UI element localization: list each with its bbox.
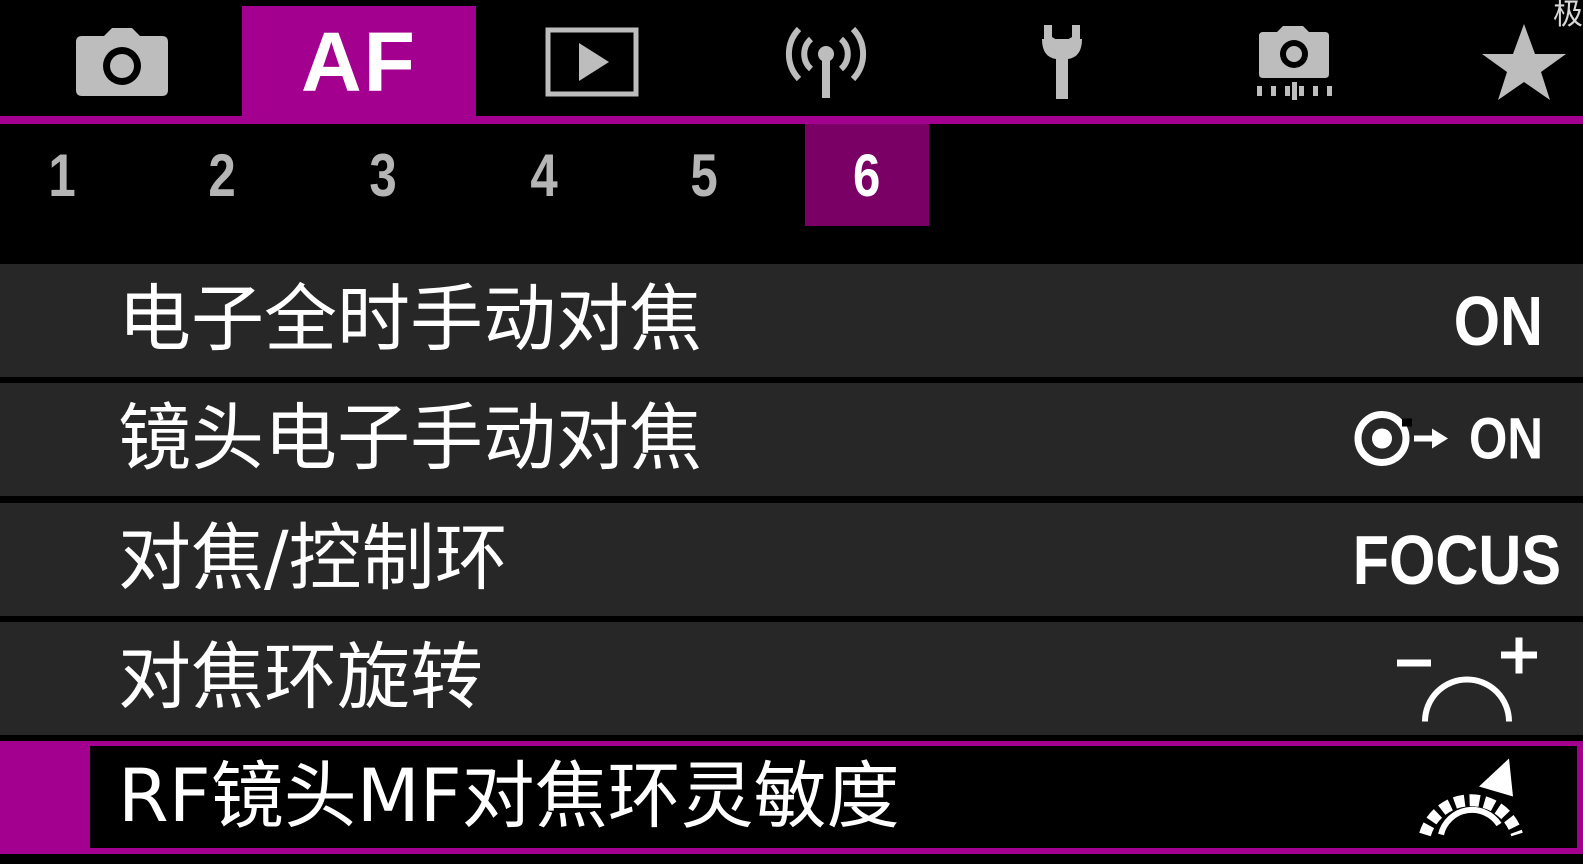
tab-setup[interactable] [982,6,1142,118]
menu-item-label: 对焦环旋转 [118,634,483,720]
star-icon [1478,22,1582,102]
focus-ring-arrow-icon [1352,408,1452,471]
page-tab-4[interactable]: 4 [493,124,595,226]
page-tab-2[interactable]: 2 [171,124,273,226]
tab-custom-functions[interactable] [1214,6,1374,118]
tab-divider [0,116,1583,124]
ring-sensitivity-arc-icon [1417,754,1529,841]
custom-functions-camera-icon [1253,24,1335,100]
menu-item-value: ON [1352,408,1543,471]
tab-shooting[interactable] [40,6,204,118]
corner-watermark-char: 极 [1553,0,1583,32]
page-tab-3[interactable]: 3 [332,124,434,226]
camera-menu-screen: AF 极 1 2 3 4 5 6 电子全时手动对焦 ON 镜头电子手动对焦 ON… [0,0,1583,864]
wireless-antenna-icon [783,24,869,100]
page-tab-6[interactable]: 6 [805,124,929,226]
menu-item-label: 电子全时手动对焦 [118,276,702,362]
menu-item-value [1395,629,1539,728]
menu-item-lens-electronic-mf[interactable]: 镜头电子手动对焦 ON [0,383,1583,496]
page-tab-5[interactable]: 5 [653,124,755,226]
menu-item-focus-control-ring[interactable]: 对焦/控制环 FOCUS [0,503,1583,616]
playback-icon [545,27,639,97]
wrench-icon [1032,23,1092,101]
tab-playback[interactable] [512,6,672,118]
value-text: ON [1453,281,1543,360]
menu-item-label: 对焦/控制环 [118,515,508,601]
value-text: ON [1469,406,1543,472]
tab-wireless[interactable] [746,6,906,118]
menu-item-value [1417,754,1529,841]
menu-item-full-time-mf[interactable]: 电子全时手动对焦 ON [0,264,1583,377]
page-tab-1[interactable]: 1 [11,124,113,226]
minus-arc-plus-icon [1395,629,1539,728]
tab-af-label: AF [301,15,417,109]
menu-item-label: RF镜头MF对焦环灵敏度 [118,753,900,839]
menu-item-label: 镜头电子手动对焦 [118,395,702,481]
tab-af[interactable]: AF [242,6,476,118]
menu-item-rf-lens-mf-sensitivity[interactable]: RF镜头MF对焦环灵敏度 [0,741,1583,854]
page-tab-6-label: 6 [853,141,881,209]
menu-item-value: ON [1438,286,1543,356]
main-menu-tabs: AF 极 [0,0,1583,122]
menu-item-value: FOCUS [1316,525,1561,595]
camera-icon [74,26,170,98]
value-text: FOCUS [1352,520,1561,599]
menu-item-focus-ring-rotation[interactable]: 对焦环旋转 [0,622,1583,735]
